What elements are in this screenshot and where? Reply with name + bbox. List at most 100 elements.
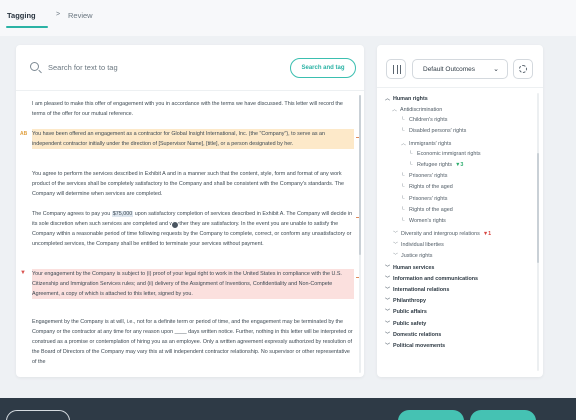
- tag-marker-red-icon[interactable]: ▼: [20, 270, 26, 276]
- tree-branch-icon: └: [409, 151, 413, 157]
- tree-item[interactable]: └ Economic immigrant rights: [409, 151, 481, 157]
- footer-primary-button[interactable]: [470, 410, 536, 420]
- tree-branch-icon: └: [401, 196, 405, 202]
- tree-item[interactable]: ﹀ Public safety: [385, 320, 426, 327]
- tree-item[interactable]: └ Rights of the aged: [401, 207, 453, 213]
- tree-scrollbar[interactable]: [537, 93, 539, 371]
- search-bar: Search and tag: [16, 45, 364, 91]
- tree-item[interactable]: ﹀ Justice rights: [393, 252, 432, 259]
- chevron-down-icon[interactable]: ﹀: [385, 297, 393, 304]
- tree-item[interactable]: ﹀ Philanthropy: [385, 297, 426, 304]
- tree-branch-icon: └: [409, 162, 413, 168]
- tree-item[interactable]: ︿ Antidiscrimination: [392, 106, 442, 113]
- tree-item-label: Human services: [393, 265, 435, 271]
- tree-item-label: Rights of the aged: [409, 207, 453, 213]
- chevron-down-icon[interactable]: ﹀: [385, 286, 393, 293]
- tree-item-label: Antidiscrimination: [400, 107, 443, 113]
- tree-item-label: Justice rights: [401, 253, 433, 259]
- tree-item[interactable]: ﹀ Domestic relations: [385, 331, 441, 338]
- tree-branch-icon: └: [401, 117, 405, 123]
- chevron-down-icon[interactable]: ﹀: [385, 264, 393, 271]
- tag-count-badge[interactable]: ▼3: [455, 162, 463, 168]
- tree-branch-icon: └: [401, 173, 405, 179]
- tree-item-label: Domestic relations: [393, 332, 442, 338]
- tree-item-label: Children's rights: [409, 117, 448, 123]
- tree-item[interactable]: ﹀ Information and communications: [385, 275, 478, 282]
- document-body: I am pleased to make this offer of engag…: [16, 91, 364, 377]
- tree-item-label: Philanthropy: [393, 298, 426, 304]
- divider: [377, 87, 543, 88]
- tag-count-badge[interactable]: ▼1: [483, 231, 491, 237]
- paragraph-services[interactable]: You agree to perform the services descri…: [32, 169, 354, 199]
- tree-item[interactable]: └ Prisoners' rights: [401, 196, 447, 202]
- paragraph-intro[interactable]: I am pleased to make this offer of engag…: [32, 99, 354, 119]
- chevron-down-icon[interactable]: ﹀: [385, 275, 393, 282]
- tree-item-label: Prisoners' rights: [409, 173, 448, 179]
- chevron-down-icon[interactable]: ﹀: [393, 230, 401, 237]
- tree-item[interactable]: └ Refugee rights ▼3: [409, 162, 463, 168]
- footer-bar: [0, 398, 576, 420]
- outcomes-select-value: Default Outcomes: [423, 66, 476, 73]
- tree-branch-icon: └: [401, 184, 405, 190]
- tree-item-label: International relations: [393, 287, 450, 293]
- tree-item-label: Refugee rights: [417, 162, 453, 168]
- tree-item-label: Human rights: [393, 96, 428, 102]
- tree-item[interactable]: └ Disabled persons' rights: [401, 128, 466, 134]
- tree-scrollbar-thumb[interactable]: [537, 153, 539, 263]
- chevron-down-icon[interactable]: ﹀: [393, 252, 401, 259]
- tree-item[interactable]: ︿ Human rights: [385, 95, 428, 102]
- tree-item[interactable]: ﹀ Diversity and intergroup relations ▼1: [393, 230, 491, 237]
- tree-item[interactable]: ﹀ Political movements: [385, 342, 445, 349]
- settings-gear-button[interactable]: [513, 59, 533, 79]
- payment-amount-highlight[interactable]: $75,000: [111, 211, 134, 217]
- chevron-down-icon[interactable]: ﹀: [385, 308, 393, 315]
- breadcrumb-tagging[interactable]: Tagging: [7, 11, 36, 20]
- tree-item-label: Political movements: [393, 343, 446, 349]
- payment-text-before: The Company agrees to pay you: [32, 211, 112, 217]
- document-panel: Search and tag I am pleased to make this…: [16, 45, 364, 377]
- breadcrumb-review[interactable]: Review: [68, 11, 93, 20]
- tree-item[interactable]: └ Rights of the aged: [401, 184, 453, 190]
- tree-item[interactable]: ﹀ Public affairs: [385, 308, 427, 315]
- tree-item[interactable]: ﹀ Human services: [385, 264, 434, 271]
- active-step-underline: [6, 26, 48, 28]
- footer-secondary-button[interactable]: [398, 410, 464, 420]
- chevron-down-icon[interactable]: ﹀: [385, 342, 393, 349]
- chevron-down-icon[interactable]: ﹀: [393, 241, 401, 248]
- outcomes-select[interactable]: Default Outcomes ⌄: [412, 59, 508, 79]
- footer-back-button[interactable]: [6, 410, 70, 420]
- paragraph-payment[interactable]: The Company agrees to pay you $75,000 up…: [32, 209, 354, 249]
- breadcrumb-separator-icon: >: [56, 11, 61, 18]
- tree-item-label: Public affairs: [393, 309, 427, 315]
- chevron-up-icon[interactable]: ︿: [385, 95, 393, 102]
- tag-author-avatar[interactable]: AB: [20, 131, 27, 137]
- gear-icon: [519, 65, 527, 73]
- tree-branch-icon: └: [401, 218, 405, 224]
- selection-handle-icon[interactable]: [171, 221, 179, 229]
- chevron-down-icon: ⌄: [493, 66, 499, 73]
- tree-branch-icon: └: [401, 128, 405, 134]
- tree-item-label: Diversity and intergroup relations: [401, 231, 480, 237]
- filter-sliders-button[interactable]: [386, 59, 406, 79]
- top-bar: Tagging > Review: [0, 0, 576, 36]
- chevron-up-icon[interactable]: ︿: [392, 106, 400, 113]
- document-scrollbar-thumb[interactable]: [359, 95, 361, 255]
- tree-item-label: Prisoners' rights: [409, 196, 448, 202]
- tree-item[interactable]: └ Women's rights: [401, 218, 446, 224]
- paragraph-engagement-tagged[interactable]: You have been offered an engagement as a…: [32, 129, 354, 149]
- search-input[interactable]: [48, 59, 248, 75]
- tree-item-label: Public safety: [393, 321, 427, 327]
- tree-item-label: Rights of the aged: [409, 184, 453, 190]
- tree-item[interactable]: ﹀ Individual liberties: [393, 241, 444, 248]
- tree-item[interactable]: └ Children's rights: [401, 117, 447, 123]
- tree-item[interactable]: ︿ Immigrants' rights: [401, 140, 451, 147]
- document-scrollbar[interactable]: [359, 95, 361, 373]
- paragraph-at-will[interactable]: Engagement by the Company is at will, i.…: [32, 317, 354, 367]
- chevron-down-icon[interactable]: ﹀: [385, 331, 393, 338]
- tree-item[interactable]: ﹀ International relations: [385, 286, 449, 293]
- search-and-tag-button[interactable]: Search and tag: [290, 58, 356, 78]
- paragraph-legal-right-tagged[interactable]: Your engagement by the Company is subjec…: [32, 269, 354, 299]
- chevron-down-icon[interactable]: ﹀: [385, 320, 393, 327]
- tree-item[interactable]: └ Prisoners' rights: [401, 173, 447, 179]
- chevron-up-icon[interactable]: ︿: [401, 140, 409, 147]
